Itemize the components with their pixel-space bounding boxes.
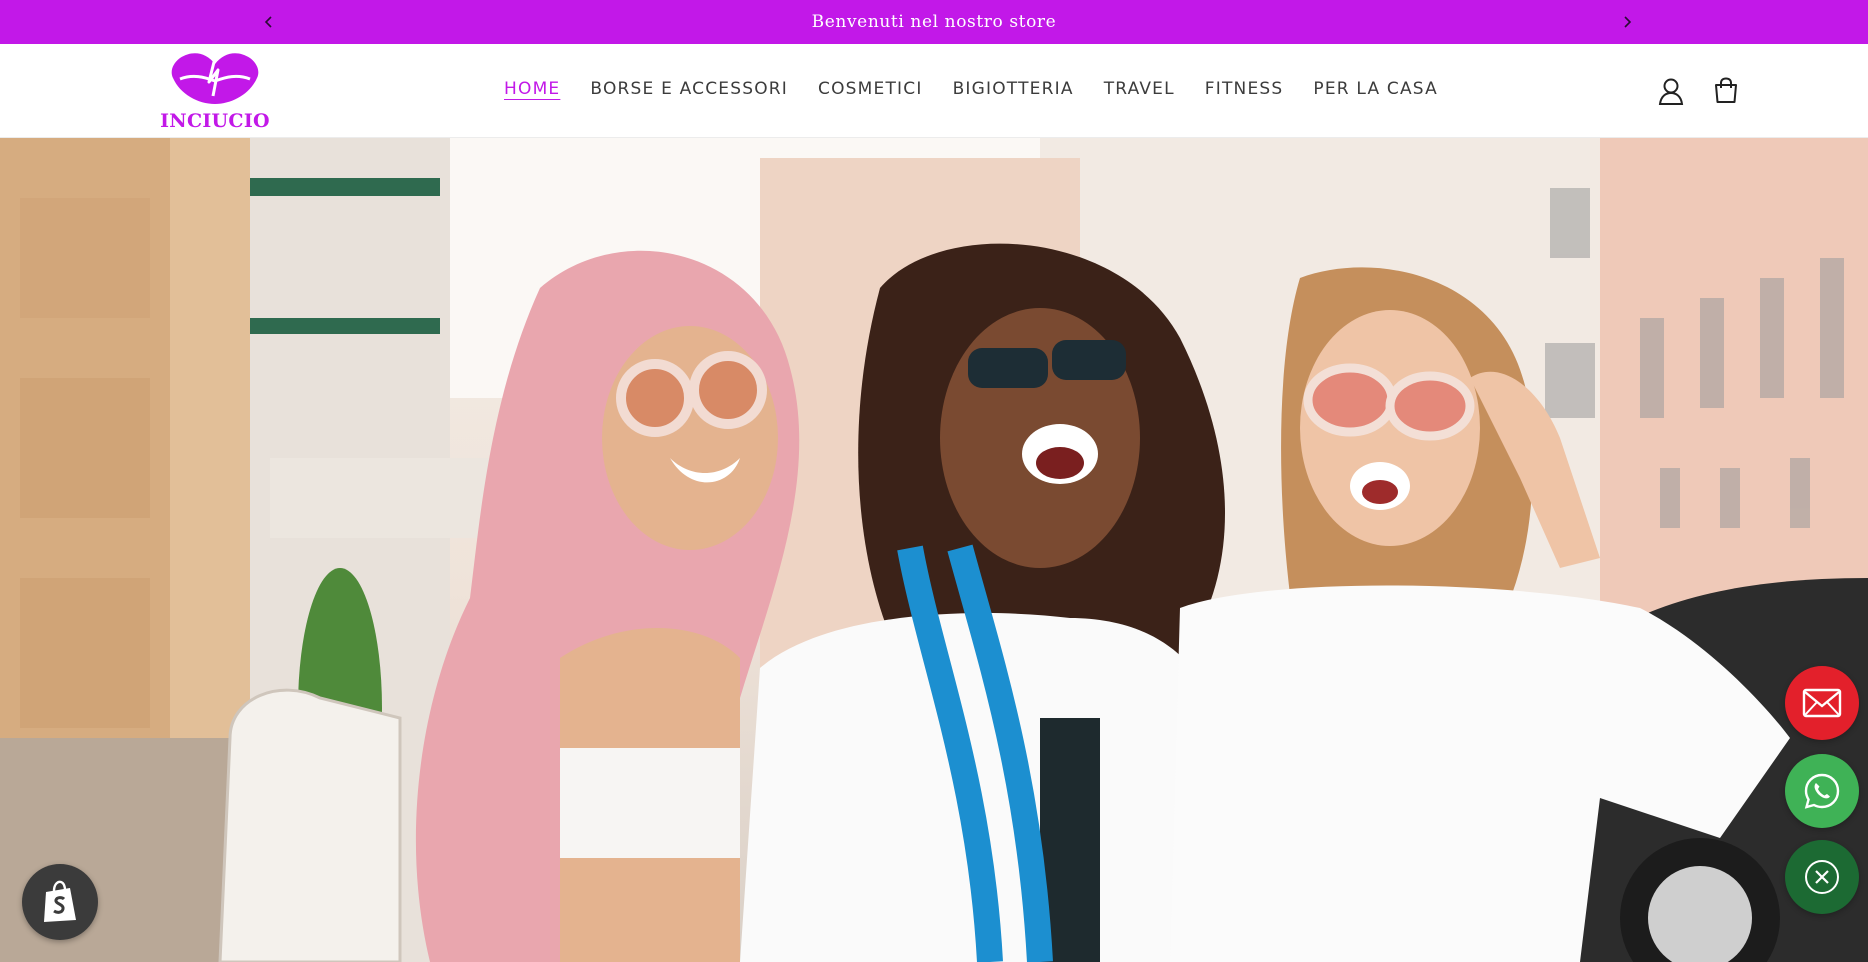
close-contact-menu-button[interactable] <box>1785 840 1859 914</box>
announcement-message: Benvenuti nel nostro store <box>811 12 1057 32</box>
whatsapp-icon <box>1804 773 1840 809</box>
lips-logo-icon <box>171 53 259 104</box>
email-contact-button[interactable] <box>1785 666 1859 740</box>
nav-fitness[interactable]: FITNESS <box>1205 78 1284 100</box>
logo-wordmark: INCIUCIO <box>160 110 270 132</box>
site-header: INCIUCIO HOME BORSE E ACCESSORI COSMETIC… <box>0 44 1868 138</box>
nav-travel[interactable]: TRAVEL <box>1104 78 1175 100</box>
hero-banner-image[interactable] <box>0 138 1868 962</box>
account-icon[interactable] <box>1653 73 1689 109</box>
announcement-bar: Benvenuti nel nostro store <box>0 0 1868 44</box>
cart-icon[interactable] <box>1708 73 1744 109</box>
nav-cosmetici[interactable]: COSMETICI <box>818 78 923 100</box>
nav-bigiotteria[interactable]: BIGIOTTERIA <box>953 78 1074 100</box>
mail-icon <box>1802 688 1842 718</box>
close-icon <box>1805 860 1839 894</box>
nav-per-la-casa[interactable]: PER LA CASA <box>1313 78 1438 100</box>
chevron-right-icon[interactable] <box>1613 8 1641 36</box>
shopify-bag-icon <box>44 880 76 922</box>
nav-home[interactable]: HOME <box>504 78 560 100</box>
chevron-left-icon[interactable] <box>255 8 283 36</box>
nav-borse-e-accessori[interactable]: BORSE E ACCESSORI <box>590 78 788 100</box>
shopify-badge[interactable] <box>22 864 98 940</box>
whatsapp-contact-button[interactable] <box>1785 754 1859 828</box>
main-navigation: HOME BORSE E ACCESSORI COSMETICI BIGIOTT… <box>504 78 1468 100</box>
store-logo[interactable]: INCIUCIO <box>158 50 272 134</box>
hero-photo-illustration <box>0 138 1868 962</box>
